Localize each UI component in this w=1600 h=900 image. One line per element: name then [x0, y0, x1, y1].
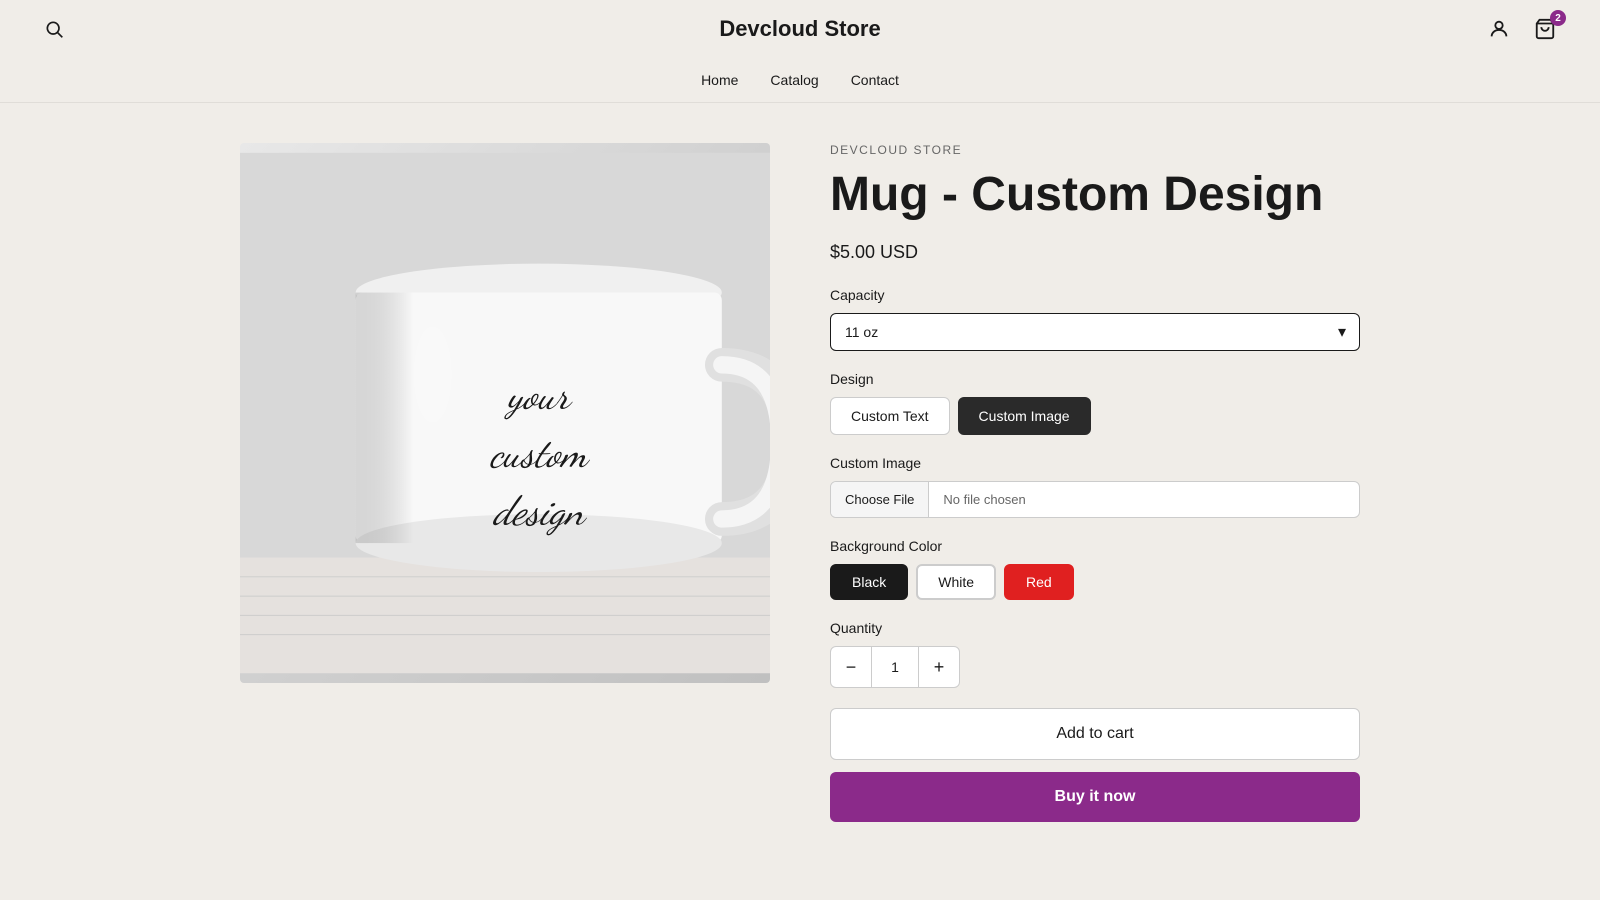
capacity-label: Capacity	[830, 287, 1360, 303]
account-button[interactable]	[1484, 14, 1514, 44]
svg-text:design: design	[492, 488, 587, 536]
svg-text:custom: custom	[489, 430, 590, 478]
file-name-display: No file chosen	[929, 482, 1359, 517]
search-icon	[44, 19, 64, 39]
design-custom-text-button[interactable]: Custom Text	[830, 397, 950, 435]
color-black-button[interactable]: Black	[830, 564, 908, 600]
quantity-display: 1	[871, 647, 919, 687]
main-content: your custom design DEVCLOUD STORE Mu	[0, 103, 1600, 862]
product-image-container: your custom design	[240, 143, 770, 683]
product-title: Mug - Custom Design	[830, 167, 1360, 222]
bg-color-label: Background Color	[830, 538, 1360, 554]
product-price: $5.00 USD	[830, 242, 1360, 263]
custom-image-label: Custom Image	[830, 455, 1360, 471]
product-image: your custom design	[240, 143, 770, 683]
quantity-control: − 1 +	[830, 646, 960, 688]
design-custom-image-button[interactable]: Custom Image	[958, 397, 1091, 435]
design-toggle-group: Custom Text Custom Image	[830, 397, 1360, 435]
header: Devcloud Store 2	[0, 0, 1600, 103]
cart-button[interactable]: 2	[1530, 14, 1560, 44]
search-button[interactable]	[40, 15, 68, 43]
custom-image-section: Custom Image Choose File No file chosen	[830, 455, 1360, 518]
color-white-button[interactable]: White	[916, 564, 996, 600]
product-details: DEVCLOUD STORE Mug - Custom Design $5.00…	[830, 143, 1360, 822]
store-title: Devcloud Store	[719, 16, 880, 41]
color-red-button[interactable]: Red	[1004, 564, 1074, 600]
bg-color-section: Background Color Black White Red	[830, 538, 1360, 600]
main-nav: Home Catalog Contact	[40, 58, 1560, 102]
capacity-select-wrapper: 11 oz 15 oz	[830, 313, 1360, 351]
quantity-section: Quantity − 1 +	[830, 620, 1360, 688]
capacity-section: Capacity 11 oz 15 oz	[830, 287, 1360, 351]
brand-label: DEVCLOUD STORE	[830, 143, 1360, 157]
action-buttons: Add to cart Buy it now	[830, 708, 1360, 822]
design-label: Design	[830, 371, 1360, 387]
add-to-cart-button[interactable]: Add to cart	[830, 708, 1360, 760]
file-input-wrapper: Choose File No file chosen	[830, 481, 1360, 518]
svg-text:your: your	[504, 372, 573, 420]
nav-contact[interactable]: Contact	[851, 72, 899, 88]
nav-catalog[interactable]: Catalog	[770, 72, 818, 88]
buy-now-button[interactable]: Buy it now	[830, 772, 1360, 822]
quantity-label: Quantity	[830, 620, 1360, 636]
color-options-group: Black White Red	[830, 564, 1360, 600]
capacity-select[interactable]: 11 oz 15 oz	[830, 313, 1360, 351]
cart-badge: 2	[1550, 10, 1566, 26]
account-icon	[1488, 18, 1510, 40]
mug-illustration: your custom design	[240, 143, 770, 683]
choose-file-button[interactable]: Choose File	[831, 482, 929, 517]
quantity-decrease-button[interactable]: −	[831, 647, 871, 687]
nav-home[interactable]: Home	[701, 72, 738, 88]
quantity-increase-button[interactable]: +	[919, 647, 959, 687]
design-section: Design Custom Text Custom Image	[830, 371, 1360, 435]
